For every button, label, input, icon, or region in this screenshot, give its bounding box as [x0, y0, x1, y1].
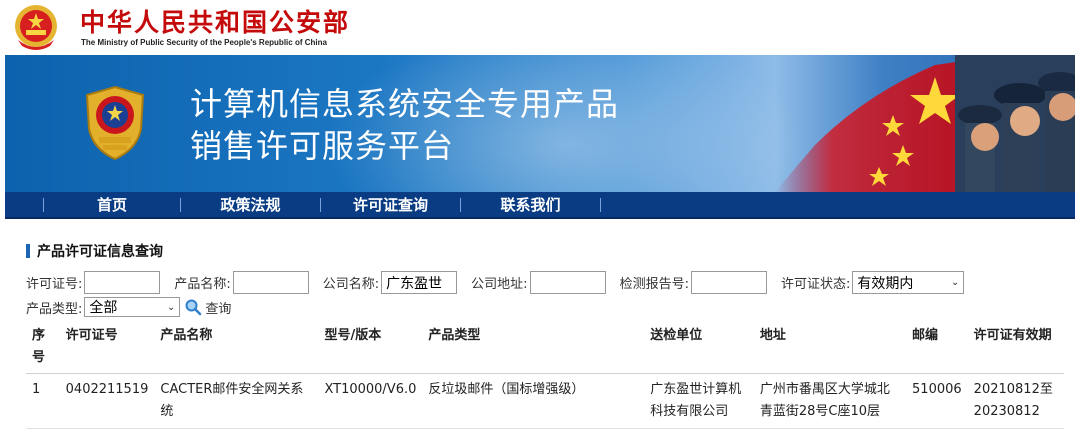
- query-panel: 产品许可证信息查询 许可证号: 产品名称: 公司名称: 公司地址: 检测报告号:…: [22, 232, 1075, 435]
- license-no-label: 许可证号:: [26, 277, 83, 292]
- product-type-select[interactable]: 全部 ⌄: [84, 297, 181, 317]
- chevron-down-icon: ⌄: [950, 277, 960, 288]
- company-name-input[interactable]: [381, 271, 458, 294]
- search-button-label: 查询: [205, 301, 232, 317]
- product-name-label: 产品名称:: [174, 277, 231, 292]
- status-select-value: 有效期内: [857, 275, 914, 292]
- col-header-validity: 许可证有效期: [967, 321, 1064, 374]
- product-name-input[interactable]: [232, 271, 309, 294]
- platform-title-line2: 销售许可服务平台: [190, 127, 455, 165]
- company-addr-input[interactable]: [529, 271, 606, 294]
- nav-separator: [600, 197, 601, 212]
- report-no-input[interactable]: [690, 271, 767, 294]
- section-title-text: 产品许可证信息查询: [37, 244, 163, 260]
- search-button[interactable]: 查询: [184, 298, 231, 317]
- report-no-label: 检测报告号:: [619, 277, 689, 292]
- table-header-row: 序号 许可证号 产品名称 型号/版本 产品类型 送检单位 地址 邮编 许可证有效…: [26, 321, 1064, 374]
- title-accent-bar: [26, 244, 30, 258]
- cell-product-name: CACTER邮件安全网关系统: [154, 373, 319, 429]
- cell-license-no: 0402211519: [59, 373, 155, 429]
- cell-model: XT10000/V6.0: [318, 373, 423, 429]
- table-row[interactable]: 1 0402211519 CACTER邮件安全网关系统 XT10000/V6.0…: [26, 373, 1064, 429]
- product-type-label: 产品类型:: [26, 301, 83, 317]
- nav-item-policy[interactable]: 政策法规: [181, 194, 320, 215]
- main-nav: 首页 政策法规 许可证查询 联系我们: [5, 192, 1075, 219]
- company-name-label: 公司名称:: [322, 277, 380, 292]
- cell-product-type: 反垃圾邮件（国标增强级）: [422, 373, 645, 429]
- platform-title-line1: 计算机信息系统安全专用产品: [190, 85, 620, 123]
- col-header-product-name: 产品名称: [154, 321, 319, 374]
- status-label: 许可证状态:: [780, 277, 851, 292]
- col-header-model: 型号/版本: [318, 321, 423, 374]
- national-emblem-icon: [15, 5, 57, 50]
- col-header-license-no: 许可证号: [59, 321, 155, 374]
- chevron-down-icon: ⌄: [167, 301, 176, 313]
- license-no-input[interactable]: [84, 271, 161, 294]
- ministry-title-cn: 中华人民共和国公安部: [80, 8, 351, 37]
- search-icon: [185, 299, 202, 316]
- col-header-address: 地址: [753, 321, 907, 374]
- col-header-postcode: 邮编: [906, 321, 968, 374]
- filter-row-2: 产品类型: 全部 ⌄ 查询: [26, 297, 231, 317]
- col-header-product-type: 产品类型: [422, 321, 645, 374]
- banner: 计算机信息系统安全专用产品 销售许可服务平台: [5, 55, 1075, 192]
- product-type-select-value: 全部: [89, 300, 118, 316]
- police-emblem-icon: [85, 85, 145, 161]
- filter-row-1: 许可证号: 产品名称: 公司名称: 公司地址: 检测报告号: 许可证状态: 有效…: [26, 271, 965, 294]
- section-title: 产品许可证信息查询: [26, 241, 163, 261]
- flag-and-police-image: [775, 55, 1075, 192]
- cell-submitter: 广东盈世计算机科技有限公司: [644, 373, 754, 429]
- results-table: 序号 许可证号 产品名称 型号/版本 产品类型 送检单位 地址 邮编 许可证有效…: [26, 321, 1064, 429]
- nav-item-home[interactable]: 首页: [44, 194, 180, 215]
- platform-title: 计算机信息系统安全专用产品 销售许可服务平台: [190, 83, 619, 167]
- col-header-submitter: 送检单位: [644, 321, 754, 374]
- top-header: 中华人民共和国公安部 The Ministry of Public Securi…: [0, 0, 1080, 55]
- nav-item-contact[interactable]: 联系我们: [461, 194, 600, 215]
- company-addr-label: 公司地址:: [471, 277, 528, 292]
- cell-postcode: 510006: [906, 373, 968, 429]
- cell-address: 广州市番禺区大学城北青蓝街28号C座10层: [753, 373, 907, 429]
- ministry-title-en: The Ministry of Public Security of the P…: [81, 38, 327, 47]
- col-header-seq: 序号: [26, 321, 60, 374]
- cell-validity: 20210812至20230812: [967, 373, 1064, 429]
- status-select[interactable]: 有效期内 ⌄: [852, 271, 965, 294]
- nav-item-license-query[interactable]: 许可证查询: [321, 194, 460, 215]
- cell-seq: 1: [26, 373, 60, 429]
